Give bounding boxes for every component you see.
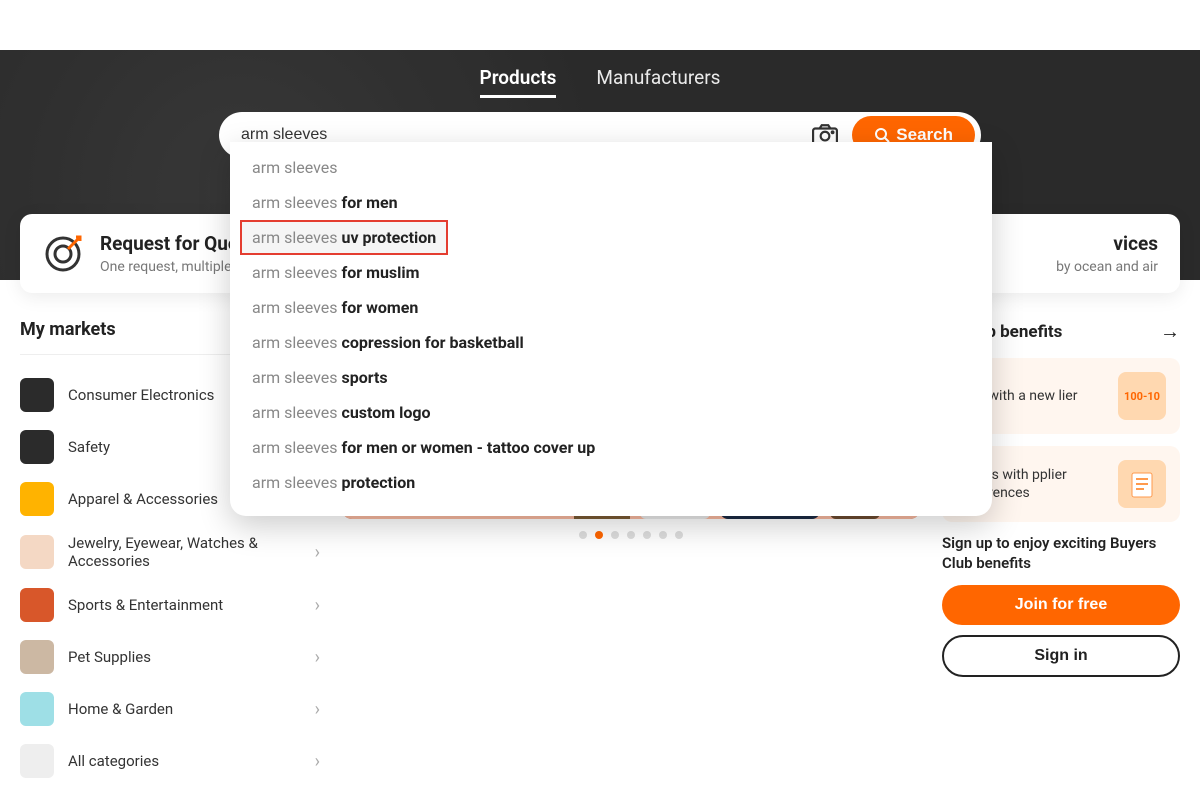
suggestion-item[interactable]: arm sleeves custom logo: [230, 395, 992, 430]
carousel-dot[interactable]: [611, 531, 619, 539]
category-label: Pet Supplies: [68, 648, 301, 666]
target-icon: [42, 233, 84, 275]
suggestion-item[interactable]: arm sleeves for muslim: [230, 255, 992, 290]
suggestion-item[interactable]: arm sleeves uv protection: [230, 220, 992, 255]
carousel-dot[interactable]: [659, 531, 667, 539]
tab-manufacturers[interactable]: Manufacturers: [596, 66, 720, 98]
chevron-right-icon: ›: [315, 751, 320, 772]
search-suggestions: arm sleevesarm sleeves for menarm sleeve…: [230, 142, 992, 516]
carousel-dot[interactable]: [627, 531, 635, 539]
signup-prompt: Sign up to enjoy exciting Buyers Club be…: [942, 534, 1180, 573]
chevron-right-icon: ›: [315, 647, 320, 668]
carousel-dots: [342, 531, 920, 539]
category-item[interactable]: Jewelry, Eyewear, Watches & Accessories ›: [20, 525, 320, 579]
suggestion-item[interactable]: arm sleeves: [230, 150, 992, 185]
suggestion-item[interactable]: arm sleeves for men: [230, 185, 992, 220]
suggestion-item[interactable]: arm sleeves sports: [230, 360, 992, 395]
category-label: Jewelry, Eyewear, Watches & Accessories: [68, 534, 301, 570]
category-icon: [20, 535, 54, 569]
category-label: Home & Garden: [68, 700, 301, 718]
suggestion-item[interactable]: arm sleeves for men or women - tattoo co…: [230, 430, 992, 465]
category-label: Sports & Entertainment: [68, 596, 301, 614]
category-item[interactable]: Home & Garden ›: [20, 683, 320, 735]
category-icon: [20, 430, 54, 464]
category-item[interactable]: All categories ›: [20, 735, 320, 787]
suggestion-item[interactable]: arm sleeves copression for basketball: [230, 325, 992, 360]
category-label: All categories: [68, 752, 301, 770]
coupon-icon: 100-10: [1118, 372, 1166, 420]
chevron-right-icon: ›: [315, 699, 320, 720]
category-icon: [20, 640, 54, 674]
carousel-dot[interactable]: [675, 531, 683, 539]
arrow-right-icon: →: [1160, 319, 1180, 344]
join-button[interactable]: Join for free: [942, 585, 1180, 625]
suggestion-item[interactable]: arm sleeves protection: [230, 465, 992, 500]
shipping-title: vices: [1056, 232, 1158, 255]
search-tabs: Products Manufacturers: [0, 66, 1200, 98]
category-icon: [20, 588, 54, 622]
carousel-dot[interactable]: [579, 531, 587, 539]
signin-button[interactable]: Sign in: [942, 635, 1180, 677]
category-icon: [20, 378, 54, 412]
category-item[interactable]: Sports & Entertainment ›: [20, 579, 320, 631]
notepad-icon: [1118, 460, 1166, 508]
chevron-right-icon: ›: [315, 542, 320, 563]
tab-products[interactable]: Products: [480, 66, 557, 98]
shipping-sub: by ocean and air: [1056, 259, 1158, 275]
search-icon: [874, 127, 890, 143]
category-icon: [20, 692, 54, 726]
carousel-dot[interactable]: [595, 531, 603, 539]
carousel-dot[interactable]: [643, 531, 651, 539]
category-icon: [20, 482, 54, 516]
rfq-sub: One request, multiple q: [100, 259, 243, 275]
category-item[interactable]: Pet Supplies ›: [20, 631, 320, 683]
suggestion-item[interactable]: arm sleeves for women: [230, 290, 992, 325]
chevron-right-icon: ›: [315, 595, 320, 616]
category-icon: [20, 744, 54, 778]
rfq-title: Request for Quo: [100, 232, 243, 255]
